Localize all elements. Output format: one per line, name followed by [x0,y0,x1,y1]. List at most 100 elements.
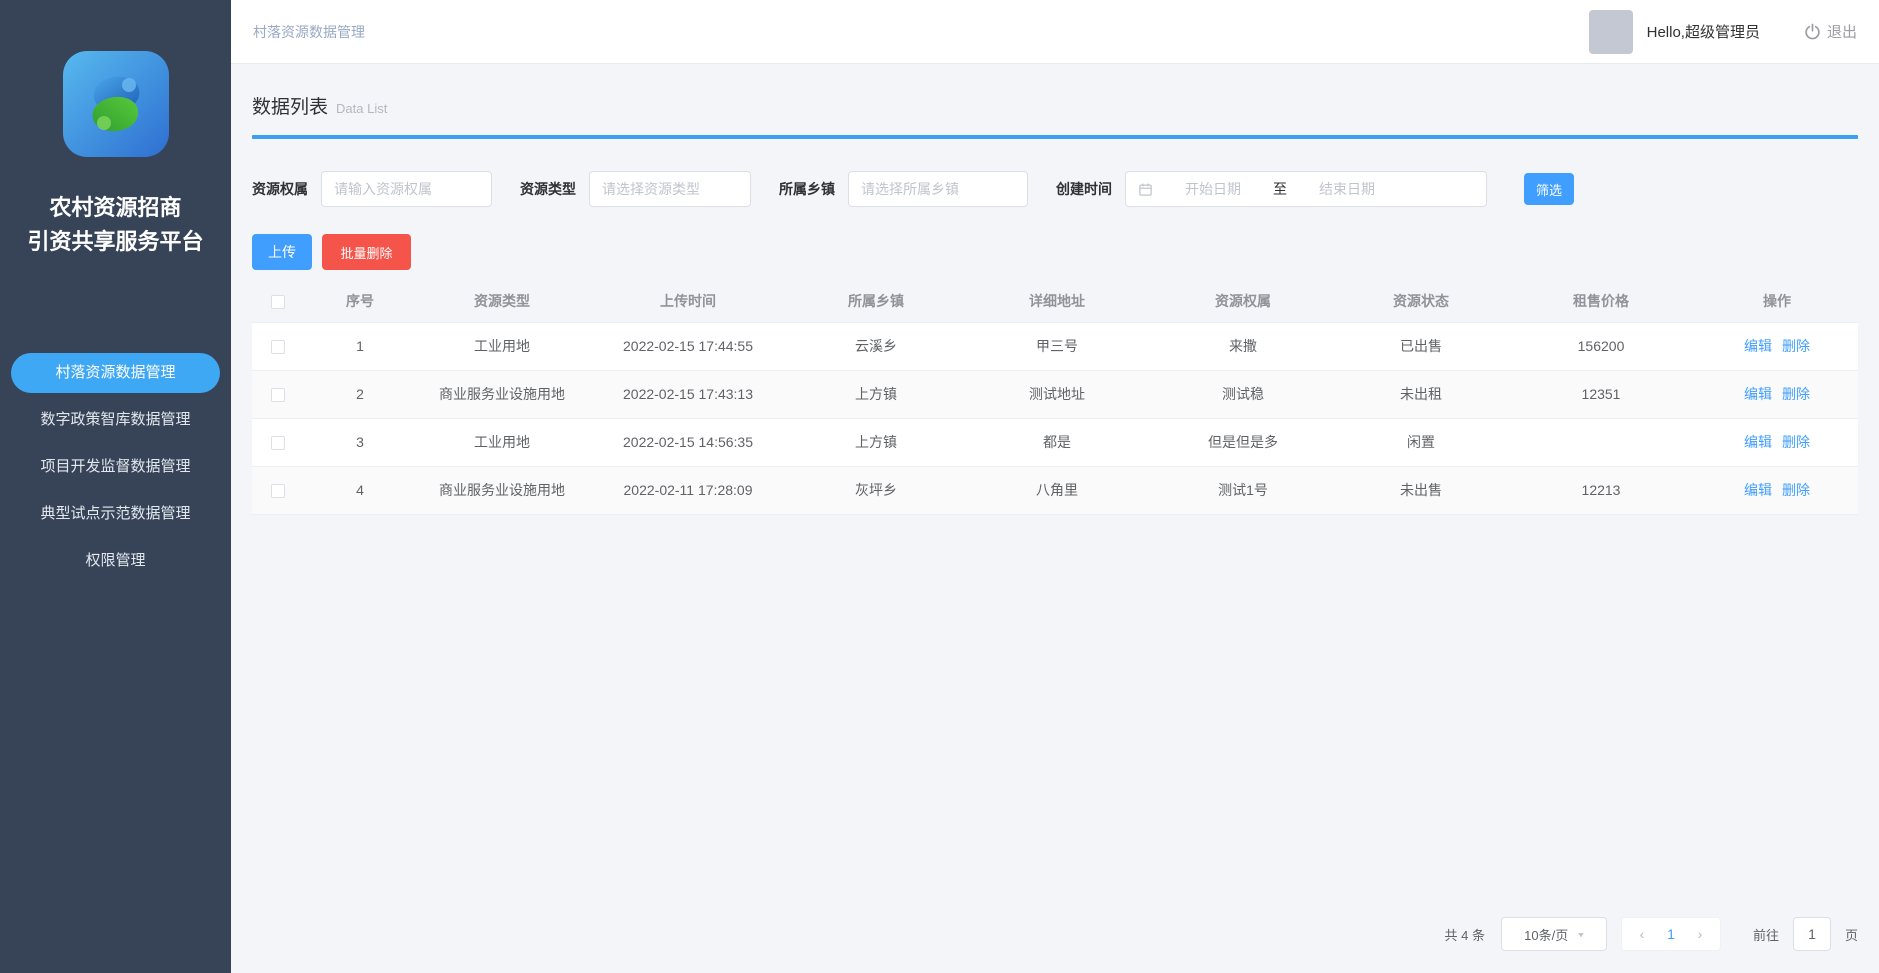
page-size-select[interactable]: 10条/页 ▾ [1501,917,1607,951]
delete-link[interactable]: 删除 [1782,338,1810,354]
user-area: Hello,超级管理员 退出 [1589,10,1857,54]
column-header-6: 资源状态 [1336,280,1506,322]
logout-button[interactable]: 退出 [1804,21,1857,42]
edit-link[interactable]: 编辑 [1744,338,1772,354]
sidebar-item-2[interactable]: 项目开发监督数据管理 [11,447,220,487]
table-row: 3工业用地2022-02-15 14:56:35上方镇都是但是但是多闲置编辑删除 [252,418,1858,466]
end-date-input[interactable] [1287,181,1407,197]
avatar [1589,10,1633,54]
cell-no: 3 [304,418,416,466]
cell-owner: 但是但是多 [1150,418,1336,466]
select-all-header [252,280,304,322]
edit-link[interactable]: 编辑 [1744,386,1772,402]
cell-status: 闲置 [1336,418,1506,466]
goto-label: 前往 [1753,925,1779,944]
row-checkbox[interactable] [271,340,285,354]
cell-price: 12351 [1506,370,1696,418]
cell-town: 上方镇 [788,418,964,466]
sidebar-item-0[interactable]: 村落资源数据管理 [11,353,220,393]
cell-status: 未出租 [1336,370,1506,418]
delete-link[interactable]: 删除 [1782,482,1810,498]
cell-no: 2 [304,370,416,418]
cell-operations: 编辑删除 [1696,466,1858,514]
page-number[interactable]: 1 [1656,926,1686,942]
cell-owner: 来撒 [1150,322,1336,370]
created-filter-label: 创建时间 [1056,179,1112,199]
cell-town: 云溪乡 [788,322,964,370]
table-row: 1工业用地2022-02-15 17:44:55云溪乡甲三号来撒已出售15620… [252,322,1858,370]
row-checkbox[interactable] [271,436,285,450]
upload-button[interactable]: 上传 [252,234,312,270]
chevron-down-icon: ▾ [1578,929,1584,939]
delete-link[interactable]: 删除 [1782,386,1810,402]
cell-price: 156200 [1506,322,1696,370]
sidebar-item-3[interactable]: 典型试点示范数据管理 [11,494,220,534]
owner-filter-label: 资源权属 [252,179,308,199]
cell-operations: 编辑删除 [1696,418,1858,466]
table-header: 序号资源类型上传时间所属乡镇详细地址资源权属资源状态租售价格操作 [252,280,1858,322]
town-filter-input[interactable] [848,171,1028,207]
brand-line2: 引资共享服务平台 [27,225,203,259]
cell-price [1506,418,1696,466]
page-size-value: 10条/页 [1524,925,1568,944]
cell-address: 八角里 [964,466,1150,514]
delete-link[interactable]: 删除 [1782,434,1810,450]
column-header-0: 序号 [304,280,416,322]
sidebar-menu: 村落资源数据管理数字政策智库数据管理项目开发监督数据管理典型试点示范数据管理权限… [0,353,231,588]
next-page-button[interactable]: › [1686,926,1714,942]
page-unit-label: 页 [1845,925,1858,944]
main-area: 村落资源数据管理 Hello,超级管理员 退出 数据列表 Data List 资… [231,0,1879,973]
sidebar-item-4[interactable]: 权限管理 [11,541,220,581]
filter-button[interactable]: 筛选 [1524,173,1574,205]
data-table: 序号资源类型上传时间所属乡镇详细地址资源权属资源状态租售价格操作 1工业用地20… [252,280,1858,515]
edit-link[interactable]: 编辑 [1744,434,1772,450]
date-range-picker[interactable]: 至 [1125,171,1487,207]
start-date-input[interactable] [1153,181,1273,197]
cell-address: 测试地址 [964,370,1150,418]
cell-price: 12213 [1506,466,1696,514]
cell-owner: 测试1号 [1150,466,1336,514]
town-filter-label: 所属乡镇 [779,179,835,199]
column-header-8: 操作 [1696,280,1858,322]
topbar: 村落资源数据管理 Hello,超级管理员 退出 [231,0,1879,64]
cell-type: 工业用地 [416,418,588,466]
pagination: 共 4 条 10条/页 ▾ ‹ 1 › 前往 页 [252,917,1858,955]
app-logo-icon [63,51,169,157]
select-all-checkbox[interactable] [271,295,285,309]
power-icon [1804,23,1821,40]
row-checkbox[interactable] [271,388,285,402]
logout-label: 退出 [1827,21,1857,42]
page-title-row: 数据列表 Data List [252,92,1858,119]
column-header-5: 资源权属 [1150,280,1336,322]
sidebar-item-1[interactable]: 数字政策智库数据管理 [11,400,220,440]
row-select-cell [252,418,304,466]
cell-type: 商业服务业设施用地 [416,466,588,514]
page-subtitle: Data List [336,101,387,116]
cell-time: 2022-02-15 17:43:13 [588,370,788,418]
column-header-4: 详细地址 [964,280,1150,322]
goto-page-input[interactable] [1793,917,1831,951]
prev-page-button[interactable]: ‹ [1628,926,1656,942]
cell-no: 1 [304,322,416,370]
cell-status: 未出售 [1336,466,1506,514]
owner-filter-input[interactable] [321,171,492,207]
actions-row: 上传 批量删除 [252,234,1858,270]
date-separator: 至 [1273,179,1287,199]
cell-town: 上方镇 [788,370,964,418]
cell-town: 灰坪乡 [788,466,964,514]
type-filter-input[interactable] [589,171,751,207]
total-count: 共 4 条 [1445,925,1485,944]
cell-time: 2022-02-11 17:28:09 [588,466,788,514]
cell-time: 2022-02-15 17:44:55 [588,322,788,370]
cell-address: 甲三号 [964,322,1150,370]
spacer [252,515,1858,918]
row-checkbox[interactable] [271,484,285,498]
table-row: 2商业服务业设施用地2022-02-15 17:43:13上方镇测试地址测试稳未… [252,370,1858,418]
table-row: 4商业服务业设施用地2022-02-11 17:28:09灰坪乡八角里测试1号未… [252,466,1858,514]
pager: ‹ 1 › [1621,917,1721,951]
column-header-1: 资源类型 [416,280,588,322]
cell-no: 4 [304,466,416,514]
column-header-2: 上传时间 [588,280,788,322]
edit-link[interactable]: 编辑 [1744,482,1772,498]
batch-delete-button[interactable]: 批量删除 [322,234,411,270]
